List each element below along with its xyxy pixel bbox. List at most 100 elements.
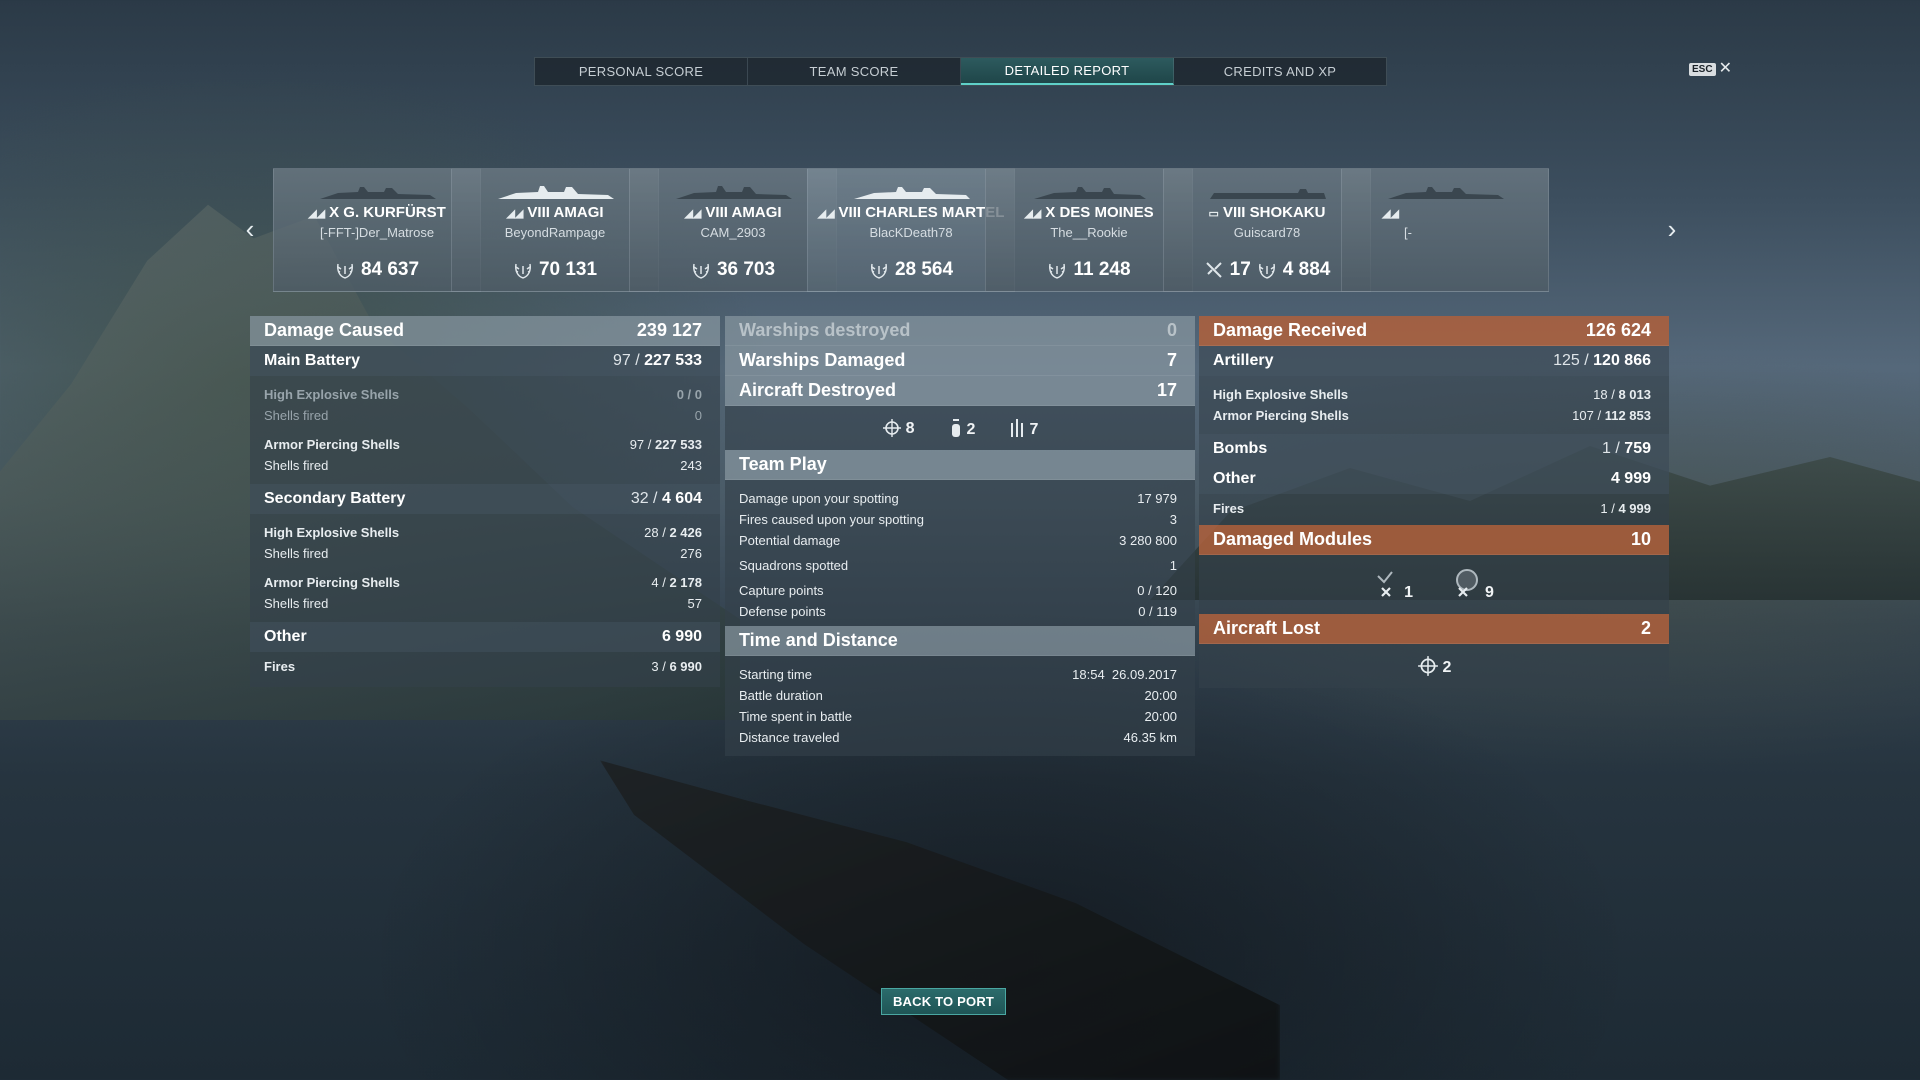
mb-he-fired-label: Shells fired: [264, 408, 329, 423]
player-name: The__Rookie: [1050, 225, 1128, 240]
aircraft-destroyed-value: 17: [1156, 380, 1177, 400]
ship-tier: X: [329, 204, 340, 221]
list-item: Damage upon your spotting 17 979: [725, 488, 1195, 509]
ship-silhouette-icon: [498, 186, 614, 199]
warships-damaged-value: 7: [1166, 350, 1177, 370]
ship-card[interactable]: ▭ VIII SHOKAKU Guiscard78 17 4 884: [1163, 168, 1371, 292]
list-item: Starting time 18:54 26.09.2017: [725, 664, 1195, 685]
player-name: BlacKDeath78: [869, 225, 953, 240]
battleship-class-icon: ◢◢: [817, 208, 835, 220]
sb-he-damage: 2 426: [669, 525, 702, 540]
list-item: Battle duration 20:00: [725, 685, 1195, 706]
planes-destroyed-icon: [1205, 262, 1222, 278]
tab-team-score[interactable]: TEAM SCORE: [748, 58, 961, 85]
sb-ap-hits: 4: [651, 575, 659, 590]
sb-he-hits: 28: [644, 525, 659, 540]
battleship-class-icon: ◢◢: [506, 208, 524, 220]
tab-bar: PERSONAL SCORE TEAM SCORE DETAILED REPOR…: [534, 57, 1387, 86]
close-button[interactable]: ESC ✕: [1689, 60, 1732, 77]
ship-silhouette-icon: [320, 187, 436, 199]
tab-personal-score[interactable]: PERSONAL SCORE: [535, 58, 748, 85]
ship-score: 36 703: [716, 259, 776, 280]
sb-ap-fired-value: 57: [687, 596, 702, 611]
tab-detailed-report[interactable]: DETAILED REPORT: [961, 58, 1174, 85]
ship-tier: VIII: [838, 204, 862, 221]
fires-count: 3: [651, 659, 659, 674]
back-to-port-button[interactable]: BACK TO PORT: [881, 988, 1006, 1015]
list-item: Potential damage 3 280 800: [725, 530, 1195, 551]
list-item: Squadrons spotted 1: [725, 555, 1195, 576]
artillery-hits: 125: [1553, 352, 1580, 369]
player-name: BeyondRampage: [504, 225, 606, 240]
main-battery-damage: 227 533: [644, 352, 702, 369]
mb-he-fired-value: 0: [694, 408, 702, 423]
damage-caused-value: 239 127: [636, 320, 702, 340]
torpedo-bomber-icon: [951, 419, 960, 437]
ship-card[interactable]: ◢◢ X DES MOINES The__Rookie 11 248: [985, 168, 1193, 292]
ship-silhouette-icon: [676, 186, 792, 199]
ship-name: SHOKAKU: [1249, 204, 1326, 221]
main-battery-label: Main Battery: [264, 352, 361, 369]
carrier-class-icon: ▭: [1208, 208, 1219, 220]
warships-destroyed-label: Warships destroyed: [739, 320, 911, 340]
mb-he-value: 0 / 0: [676, 387, 702, 402]
other-damage-label: Other: [264, 628, 307, 645]
ship-card[interactable]: ◢◢ X G. KURFÜRST [-FFT-]Der_Matrose 84 63…: [273, 168, 481, 292]
player-name: Guiscard78: [1233, 225, 1301, 240]
steering-gear-count: 1: [1404, 583, 1413, 601]
aircraft-lost-breakdown: 2: [1199, 644, 1669, 688]
fires-label: Fires: [264, 659, 296, 674]
wreath-icon: [870, 263, 887, 279]
bombs-hits: 1: [1602, 440, 1611, 457]
fires-received-count: 1: [1600, 501, 1608, 516]
list-item: Fires caused upon your spotting 3: [725, 509, 1195, 530]
ship-tier: VIII: [705, 204, 728, 221]
mb-ap-fired-value: 243: [680, 458, 702, 473]
mb-ap-damage: 227 533: [655, 437, 702, 452]
team-play-label: Team Play: [739, 454, 827, 474]
ship-silhouette-icon: [1034, 187, 1146, 199]
battleship-class-icon: ◢◢: [308, 208, 326, 220]
chevron-left-icon[interactable]: ‹: [238, 214, 262, 244]
close-icon: ✕: [1718, 60, 1732, 77]
fires-damage: 6 990: [669, 659, 702, 674]
ship-name: CHARLES MARTEL: [865, 204, 1005, 221]
ship-card[interactable]: ◢◢ VIII CHARLES MARTEL BlacKDeath78 28 56…: [807, 168, 1015, 292]
aircraft-lost-value: 2: [1640, 618, 1651, 638]
dive-bombers-destroyed-count: 7: [1029, 421, 1039, 438]
fighter-crosshair-icon: [882, 419, 901, 437]
planes-destroyed-count: 17: [1229, 259, 1251, 280]
artillery-label: Artillery: [1213, 352, 1274, 369]
ship-card[interactable]: ◢◢ VIII AMAGI BeyondRampage 70 131: [451, 168, 659, 292]
chevron-right-icon[interactable]: ›: [1660, 214, 1684, 244]
ship-score: 84 637: [360, 259, 420, 280]
bombs-label: Bombs: [1213, 440, 1268, 457]
main-battery-hits: 97: [613, 352, 631, 369]
esc-key-label: ESC: [1689, 62, 1716, 76]
ship-card[interactable]: ◢◢ VIII AMAGI CAM_2903 36 703: [629, 168, 837, 292]
art-ap-label: Armor Piercing Shells: [1213, 408, 1349, 423]
wreath-icon: [1258, 263, 1275, 279]
ship-card[interactable]: ◢◢ [-: [1341, 168, 1549, 292]
ship-silhouette-icon: [854, 187, 970, 199]
turret-count: 9: [1485, 583, 1494, 601]
player-name: [-FFT-]Der_Matrose: [319, 225, 435, 240]
dive-bomber-icon: [1011, 419, 1024, 437]
wreath-icon: [514, 263, 531, 279]
turret-icon: [1456, 568, 1478, 597]
sb-he-fired-label: Shells fired: [264, 546, 329, 561]
wreath-icon: [1049, 263, 1066, 279]
player-name: CAM_2903: [700, 225, 766, 240]
ship-tier: VIII: [527, 204, 550, 221]
tab-credits-and-xp[interactable]: CREDITS AND XP: [1174, 58, 1386, 85]
background-ship: [600, 760, 1280, 1080]
bombs-damage: 759: [1624, 440, 1651, 457]
mb-ap-hits: 97: [629, 437, 645, 452]
warships-destroyed-value: 0: [1166, 320, 1177, 340]
secondary-damage: 4 604: [661, 490, 702, 507]
wreath-icon: [692, 263, 709, 279]
secondary-hits: 32: [630, 490, 649, 507]
mb-ap-fired-label: Shells fired: [264, 458, 329, 473]
art-he-label: High Explosive Shells: [1213, 387, 1349, 402]
mb-ap-label: Armor Piercing Shells: [264, 437, 400, 452]
